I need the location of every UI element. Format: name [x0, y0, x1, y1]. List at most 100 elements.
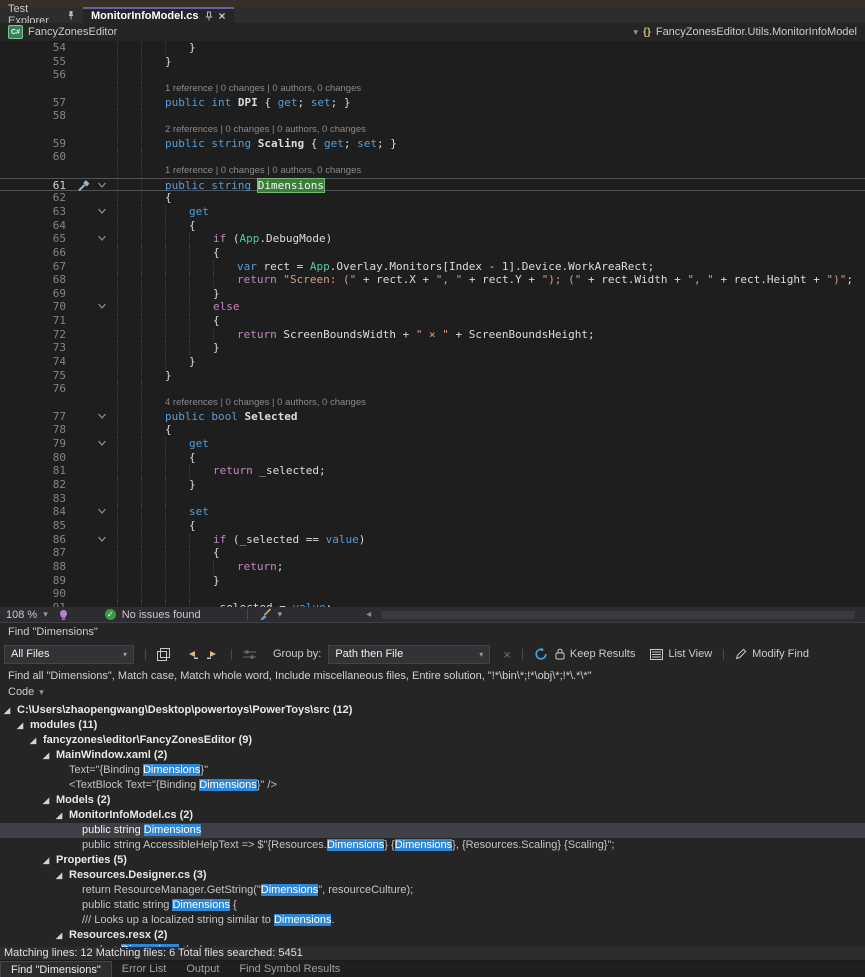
code-text: if (App.DebugMode) [213, 232, 332, 246]
line-number: 80 [0, 451, 66, 465]
tree-expanded-icon[interactable]: ◢ [17, 718, 23, 733]
scope-dropdown[interactable]: All Files ▾ [4, 645, 134, 664]
code-text: { [213, 314, 220, 328]
tree-expanded-icon[interactable]: ◢ [56, 928, 62, 943]
result-match-row[interactable]: return ResourceManager.GetString("Dimens… [0, 883, 865, 898]
indent-guide [117, 300, 118, 314]
fold-chevron-icon[interactable] [97, 234, 107, 242]
zoom-caret-icon[interactable]: ▾ [43, 609, 48, 620]
code-line: 84set [0, 505, 865, 519]
result-match-row[interactable]: <TextBlock Text="{Binding Dimensions}" /… [0, 778, 865, 793]
modify-find-button[interactable]: Modify Find [735, 648, 809, 660]
find-results-tree[interactable]: ◢C:\Users\zhaopengwang\Desktop\powertoys… [0, 701, 865, 947]
code-editor[interactable]: 54}55}561 reference | 0 changes | 0 auth… [0, 41, 865, 607]
result-group-row[interactable]: ◢modules (11) [0, 718, 865, 733]
tab-monitorinfomodel[interactable]: MonitorInfoModel.cs × [83, 7, 234, 23]
breadcrumb-project[interactable]: FancyZonesEditor [28, 26, 117, 38]
fold-chevron-icon[interactable] [97, 439, 107, 447]
indent-guide [189, 546, 190, 560]
code-text: } [213, 574, 220, 588]
indent-guide [141, 191, 142, 205]
tree-expanded-icon[interactable]: ◢ [43, 793, 49, 808]
group-by-dropdown[interactable]: Path then File ▾ [328, 645, 490, 664]
result-match-row[interactable]: Text="{Binding Dimensions}" [0, 763, 865, 778]
tree-expanded-icon[interactable]: ◢ [56, 868, 62, 883]
code-line: 67var rect = App.Overlay.Monitors[Index … [0, 260, 865, 274]
result-group-row[interactable]: ◢fancyzones\editor\FancyZonesEditor (9) [0, 733, 865, 748]
indent-guide [117, 246, 118, 260]
indent-guide [117, 396, 118, 410]
fold-chevron-icon[interactable] [97, 412, 107, 420]
collapse-all-icon[interactable] [185, 648, 199, 660]
breadcrumb-type-path[interactable]: FancyZonesEditor.Utils.MonitorInfoModel [656, 26, 857, 38]
chevron-down-icon[interactable]: ▾ [634, 27, 639, 38]
fold-chevron-icon[interactable] [97, 207, 107, 215]
pin-icon[interactable] [67, 10, 75, 20]
indent-guide [141, 574, 142, 588]
result-match-row[interactable]: public string Dimensions [0, 823, 865, 838]
horizontal-scrollbar[interactable] [381, 611, 855, 619]
tree-expanded-icon[interactable]: ◢ [43, 748, 49, 763]
result-group-row[interactable]: ◢Resources.Designer.cs (3) [0, 868, 865, 883]
codelens-line[interactable]: 1 reference | 0 changes | 0 authors, 0 c… [0, 82, 865, 96]
code-cleanup-broom-icon[interactable] [258, 608, 272, 621]
result-group-row[interactable]: ◢MainWindow.xaml (2) [0, 748, 865, 763]
fold-chevron-icon[interactable] [97, 507, 107, 515]
line-number: 84 [0, 505, 66, 519]
fold-chevron-icon[interactable] [97, 535, 107, 543]
code-line: 59public string Scaling { get; set; } [0, 137, 865, 151]
line-number: 82 [0, 478, 66, 492]
close-icon[interactable]: × [219, 11, 226, 21]
code-filter-dropdown[interactable]: Code ▾ [8, 686, 44, 698]
codelens-line[interactable]: 1 reference | 0 changes | 0 authors, 0 c… [0, 164, 865, 178]
indent-guide [189, 533, 190, 547]
result-group-row[interactable]: ◢Resources.resx (2) [0, 928, 865, 943]
result-group-row[interactable]: ◢C:\Users\zhaopengwang\Desktop\powertoys… [0, 703, 865, 718]
codelens-line[interactable]: 2 references | 0 changes | 0 authors, 0 … [0, 123, 865, 137]
issues-status[interactable]: No issues found [122, 609, 201, 621]
line-number: 79 [0, 437, 66, 451]
expand-all-icon[interactable] [206, 648, 220, 660]
code-line: 71{ [0, 314, 865, 328]
line-number: 75 [0, 369, 66, 383]
indent-guide [165, 232, 166, 246]
tree-expanded-icon[interactable]: ◢ [43, 853, 49, 868]
zoom-level[interactable]: 108 % [6, 609, 37, 621]
hscroll-left-arrow[interactable]: ◂ [366, 609, 371, 620]
match-text: public string AccessibleHelpText => $"{R… [82, 838, 614, 853]
result-group-row[interactable]: ◢Properties (5) [0, 853, 865, 868]
tree-expanded-icon[interactable]: ◢ [30, 733, 36, 748]
result-match-row[interactable]: public string AccessibleHelpText => $"{R… [0, 838, 865, 853]
indent-guide [165, 533, 166, 547]
line-number: 73 [0, 341, 66, 355]
line-number: 88 [0, 560, 66, 574]
code-line: 64{ [0, 219, 865, 233]
codelens-line[interactable]: 4 references | 0 changes | 0 authors, 0 … [0, 396, 865, 410]
code-line: 73} [0, 341, 865, 355]
indent-guide [117, 423, 118, 437]
code-text: get [189, 437, 209, 451]
copy-results-icon[interactable] [157, 648, 170, 661]
fold-chevron-icon[interactable] [97, 181, 107, 189]
intellicode-icon[interactable] [58, 609, 69, 621]
tree-expanded-icon[interactable]: ◢ [56, 808, 62, 823]
pin-icon[interactable] [205, 11, 213, 21]
cleanup-caret-icon[interactable]: ▾ [278, 609, 283, 620]
list-view-button[interactable]: List View [650, 648, 712, 660]
indent-guide [165, 560, 166, 574]
indent-guide [141, 410, 142, 424]
result-group-row[interactable]: ◢Models (2) [0, 793, 865, 808]
match-text: /// Looks up a localized string similar … [82, 913, 335, 928]
tree-expanded-icon[interactable]: ◢ [4, 703, 10, 718]
indent-guide [141, 369, 142, 383]
keep-results-button[interactable]: Keep Results [555, 648, 635, 660]
line-number: 55 [0, 55, 66, 69]
result-match-row[interactable]: public static string Dimensions { [0, 898, 865, 913]
refresh-icon[interactable] [534, 647, 548, 661]
fold-chevron-icon[interactable] [97, 302, 107, 310]
result-match-row[interactable]: /// Looks up a localized string similar … [0, 913, 865, 928]
tab-test-explorer[interactable]: Test Explorer [0, 7, 83, 23]
code-line: 82} [0, 478, 865, 492]
quick-actions-screwdriver-icon[interactable] [77, 180, 90, 192]
result-group-row[interactable]: ◢MonitorInfoModel.cs (2) [0, 808, 865, 823]
